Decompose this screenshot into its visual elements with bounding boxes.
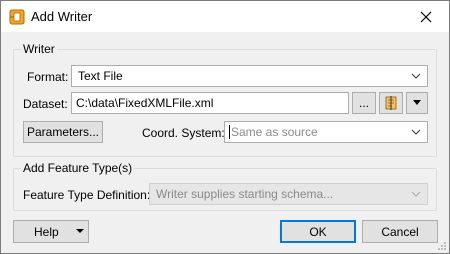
- coord-system-label: Coord. System:: [142, 126, 225, 140]
- feature-type-definition-label: Feature Type Definition:: [23, 188, 151, 202]
- dataset-dropdown-button[interactable]: [406, 92, 428, 114]
- dialog-title: Add Writer: [31, 9, 93, 24]
- text-caret: [229, 125, 230, 139]
- ok-button[interactable]: OK: [280, 220, 356, 243]
- resize-grip-icon[interactable]: [437, 241, 447, 251]
- dataset-options-button[interactable]: [379, 92, 403, 114]
- cancel-button[interactable]: Cancel: [362, 220, 438, 243]
- coord-system-select[interactable]: Same as source: [224, 121, 428, 143]
- format-label: Format:: [27, 70, 69, 84]
- writer-group-label: Writer: [21, 42, 57, 56]
- help-button[interactable]: Help: [13, 220, 89, 243]
- feature-type-group-label: Add Feature Type(s): [21, 161, 135, 175]
- ok-label: OK: [309, 224, 327, 239]
- format-select[interactable]: Text File: [71, 65, 428, 87]
- coord-system-placeholder: Same as source: [231, 125, 318, 139]
- parameters-button[interactable]: Parameters...: [23, 121, 103, 143]
- triangle-down-icon: [76, 229, 84, 233]
- feature-type-definition-value: Writer supplies starting schema...: [156, 187, 334, 201]
- file-browse-icon: [385, 96, 397, 110]
- browse-label: ...: [358, 96, 369, 110]
- triangle-down-icon: [413, 100, 421, 105]
- parameters-label: Parameters...: [26, 125, 100, 139]
- format-value: Text File: [78, 69, 123, 83]
- close-icon: [420, 11, 432, 22]
- add-writer-dialog: Add Writer Writer Format: Text File Data…: [0, 0, 450, 254]
- chevron-down-icon: [411, 73, 421, 79]
- browse-button[interactable]: ...: [352, 92, 376, 114]
- close-button[interactable]: [403, 1, 449, 32]
- fme-writer-icon: [9, 9, 25, 25]
- help-label: Help: [34, 225, 59, 239]
- cancel-label: Cancel: [381, 224, 419, 239]
- chevron-down-icon: [411, 191, 421, 197]
- dataset-input[interactable]: C:\data\FixedXMLFile.xml: [71, 92, 349, 114]
- title-bar: Add Writer: [1, 1, 449, 32]
- dataset-value: C:\data\FixedXMLFile.xml: [76, 96, 214, 110]
- feature-type-definition-select[interactable]: Writer supplies starting schema...: [149, 183, 428, 205]
- dataset-label: Dataset:: [23, 97, 68, 111]
- chevron-down-icon: [411, 129, 421, 135]
